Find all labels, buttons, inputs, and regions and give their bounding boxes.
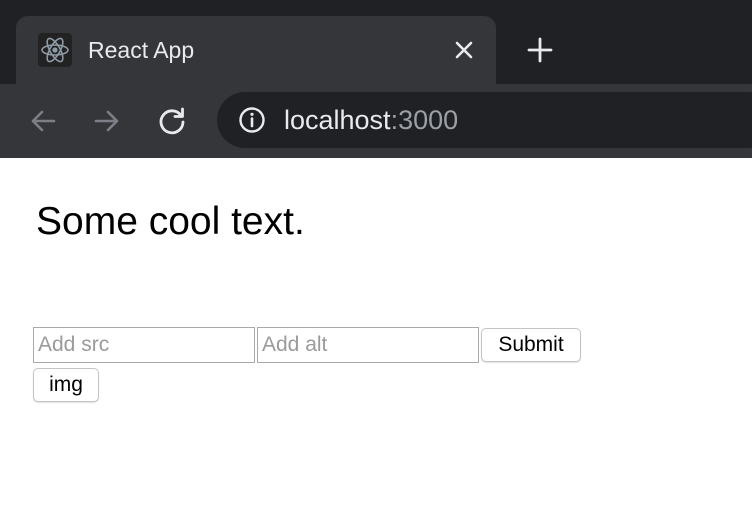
- plus-icon[interactable]: [524, 34, 556, 66]
- react-logo-icon: [38, 33, 72, 67]
- browser-toolbar: localhost:3000: [0, 84, 752, 158]
- arrow-left-icon[interactable]: [27, 105, 59, 137]
- browser-window: React App localhost:3000 Some cool text.…: [0, 0, 752, 518]
- tab-strip: React App: [0, 0, 752, 84]
- src-input[interactable]: [33, 327, 255, 363]
- tab-react-app[interactable]: React App: [16, 16, 496, 84]
- page-content: Some cool text. Submit img: [0, 158, 752, 518]
- url-host: localhost: [284, 105, 391, 135]
- page-heading: Some cool text.: [36, 200, 305, 243]
- close-icon[interactable]: [450, 36, 478, 64]
- img-button[interactable]: img: [33, 368, 99, 402]
- tab-title: React App: [88, 37, 195, 63]
- arrow-right-icon[interactable]: [91, 105, 123, 137]
- reload-icon[interactable]: [156, 105, 188, 137]
- alt-input[interactable]: [257, 327, 479, 363]
- url-port: :3000: [390, 105, 459, 135]
- submit-button[interactable]: Submit: [481, 328, 581, 362]
- address-bar[interactable]: localhost:3000: [217, 92, 752, 148]
- info-icon[interactable]: [238, 106, 266, 134]
- url-text: localhost:3000: [284, 105, 458, 135]
